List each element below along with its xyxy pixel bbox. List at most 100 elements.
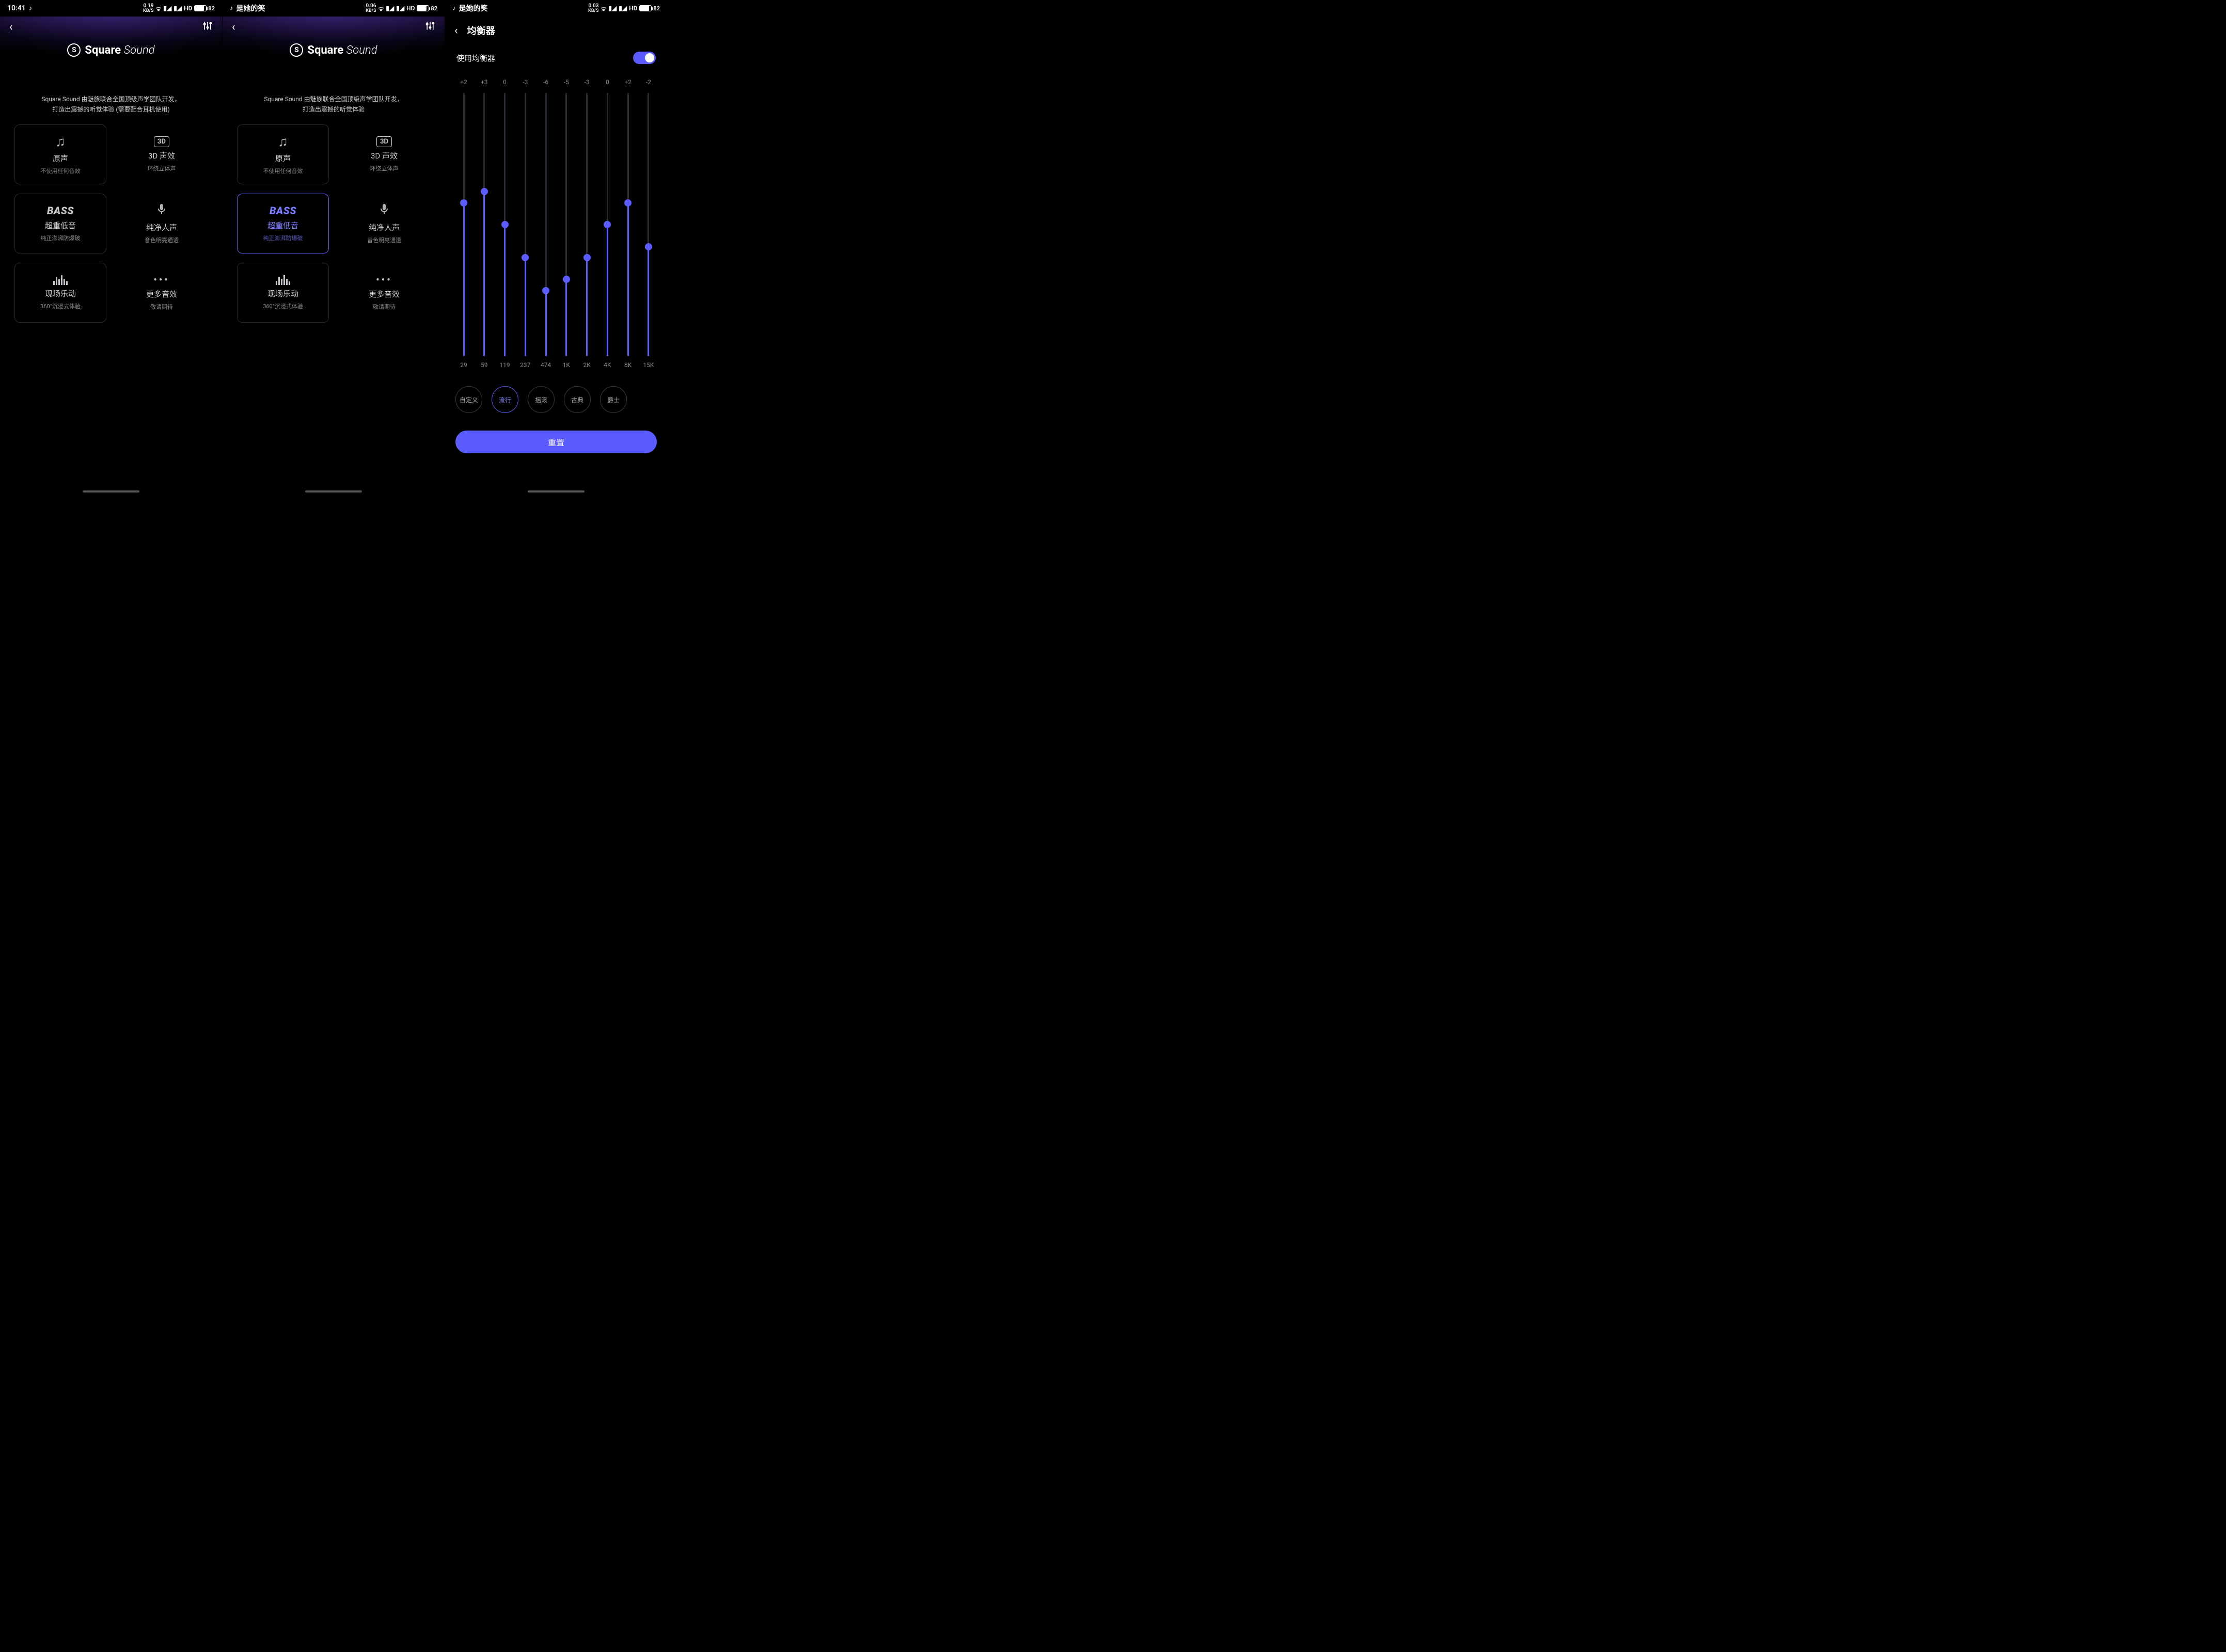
eq-slider-thumb[interactable] (460, 199, 467, 206)
effect-live[interactable]: 现场乐动 360°沉浸式体验 (237, 263, 329, 323)
eq-slider-track[interactable] (648, 93, 649, 356)
eq-band-value: -5 (564, 78, 569, 90)
eq-slider-thumb[interactable] (481, 188, 488, 195)
eq-band-2K[interactable]: -3 2K (578, 78, 596, 373)
preset-流行[interactable]: 流行 (492, 386, 518, 413)
effect-more[interactable]: ••• 更多音效 敬请期待 (116, 263, 208, 323)
effect-bass[interactable]: BASS 超重低音 纯正澎湃防爆破 (237, 194, 329, 253)
effect-original[interactable]: ♫ 原声 不使用任何音效 (237, 124, 329, 184)
status-bar: ♪ 是她的笑 0.03KB/S ᯤ ▮◢ ▮◢ HD 82 (445, 0, 667, 17)
preset-爵士[interactable]: 爵士 (600, 386, 627, 413)
effect-bass[interactable]: BASS 超重低音 纯正澎湃防爆破 (14, 194, 106, 253)
effect-more[interactable]: ••• 更多音效 敬请期待 (338, 263, 430, 323)
wifi-icon: ᯤ (155, 4, 161, 13)
use-eq-switch[interactable] (633, 52, 656, 64)
effect-vocal[interactable]: 纯净人声 音色明亮通透 (116, 194, 208, 253)
net-speed: 0.19KB/S (143, 4, 153, 13)
eq-slider-track[interactable] (463, 93, 465, 356)
preset-古典[interactable]: 古典 (564, 386, 591, 413)
eq-band-value: -3 (585, 78, 590, 90)
eq-slider-thumb[interactable] (501, 221, 509, 228)
home-indicator[interactable] (528, 490, 585, 493)
signal-icon: ▮◢ (608, 5, 617, 12)
eq-slider-thumb[interactable] (583, 254, 591, 261)
eq-band-474[interactable]: -6474 (536, 78, 555, 373)
status-bar: ♪ 是她的笑 0.06KB/S ᯤ ▮◢ ▮◢ HD 82 (223, 0, 445, 17)
effects-grid: ♫ 原声 不使用任何音效 3D 3D 声效 环绕立体声 BASS 超重低音 纯正… (223, 115, 445, 332)
eq-slider-track[interactable] (545, 93, 547, 356)
eq-band-value: 0 (606, 78, 609, 90)
note-icon: ♫ (278, 134, 288, 150)
effect-original[interactable]: ♫ 原声 不使用任何音效 (14, 124, 106, 184)
eq-band-freq: 4K (604, 361, 611, 373)
back-button[interactable]: ‹ (232, 21, 235, 34)
eq-band-value: -2 (646, 78, 651, 90)
eq-slider-thumb[interactable] (604, 221, 611, 228)
bass-icon: BASS (47, 204, 74, 217)
music-icon: ♪ (29, 4, 33, 12)
eq-band-freq: 474 (541, 361, 551, 373)
signal-icon-2: ▮◢ (173, 5, 182, 12)
home-indicator[interactable] (305, 490, 362, 493)
effect-live[interactable]: 现场乐动 360°沉浸式体验 (14, 263, 106, 323)
eq-slider-track[interactable] (586, 93, 588, 356)
eq-presets: 自定义流行摇滚古典爵士 (445, 373, 667, 413)
eq-slider-thumb[interactable] (522, 254, 529, 261)
eq-band-freq: 2K (583, 361, 590, 373)
back-button[interactable]: ‹ (9, 21, 13, 34)
eq-slider-track[interactable] (607, 93, 608, 356)
eq-band-119[interactable]: 0119 (496, 78, 514, 373)
eq-slider-thumb[interactable] (624, 199, 632, 206)
hd-icon: HD (406, 5, 415, 12)
eq-band-value: 0 (503, 78, 507, 90)
status-song: 是她的笑 (236, 3, 265, 13)
status-bar: 10:41 ♪ 0.19KB/S ᯤ ▮◢ ▮◢ HD 82 (0, 0, 222, 17)
hd-icon: HD (629, 5, 637, 12)
effects-grid: ♫ 原声 不使用任何音效 3D 3D 声效 环绕立体声 BASS 超重低音 纯正… (0, 115, 222, 332)
equalizer-button[interactable] (202, 21, 213, 34)
preset-自定义[interactable]: 自定义 (455, 386, 482, 413)
battery-percent: 82 (653, 5, 660, 12)
equalizer-button[interactable] (425, 21, 435, 34)
brand-icon: S (290, 43, 303, 57)
effect-3d[interactable]: 3D 3D 声效 环绕立体声 (116, 124, 208, 184)
phone-screen-2: ♪ 是她的笑 0.06KB/S ᯤ ▮◢ ▮◢ HD 82 ‹ S Square… (223, 0, 445, 496)
signal-icon-2: ▮◢ (396, 5, 404, 12)
eq-sliders: +229+3590119-3237-6474-51K-32K04K+28K-21… (445, 73, 667, 373)
preset-摇滚[interactable]: 摇滚 (528, 386, 555, 413)
wifi-icon: ᯤ (378, 4, 384, 13)
eq-band-value: +2 (460, 78, 467, 90)
eq-band-1K[interactable]: -51K (557, 78, 576, 373)
eq-slider-thumb[interactable] (542, 287, 549, 294)
eq-slider-track[interactable] (525, 93, 526, 356)
eq-band-59[interactable]: +359 (475, 78, 494, 373)
signal-icon-2: ▮◢ (619, 5, 627, 12)
eq-slider-track[interactable] (504, 93, 506, 356)
more-icon: ••• (153, 275, 169, 285)
net-speed: 0.03KB/S (588, 4, 598, 13)
eq-slider-thumb[interactable] (645, 243, 652, 250)
eq-header: ‹ 均衡器 (445, 17, 667, 42)
status-song: 是她的笑 (459, 3, 488, 13)
phone-screen-3-equalizer: ♪ 是她的笑 0.03KB/S ᯤ ▮◢ ▮◢ HD 82 ‹ 均衡器 使用均衡… (445, 0, 668, 496)
eq-band-4K[interactable]: 0 4K (598, 78, 617, 373)
eq-band-freq: 8K (624, 361, 632, 373)
eq-slider-thumb[interactable] (563, 276, 570, 283)
eq-slider-track[interactable] (565, 93, 567, 356)
back-button[interactable]: ‹ (454, 24, 458, 37)
brand-logo: S Square Sound (223, 43, 445, 57)
eq-band-29[interactable]: +229 (454, 78, 473, 373)
eq-band-8K[interactable]: +28K (619, 78, 637, 373)
reset-button[interactable]: 重置 (455, 431, 657, 453)
effect-3d[interactable]: 3D 3D 声效 环绕立体声 (338, 124, 430, 184)
eq-band-15K[interactable]: -215K (639, 78, 658, 373)
battery-percent: 82 (208, 5, 215, 12)
home-indicator[interactable] (83, 490, 139, 493)
eq-band-237[interactable]: -3237 (516, 78, 534, 373)
eq-band-value: +3 (481, 78, 488, 90)
eq-toggle-row: 使用均衡器 (445, 42, 667, 73)
eq-slider-track[interactable] (627, 93, 629, 356)
eq-slider-track[interactable] (483, 93, 485, 356)
3d-icon: 3D (376, 136, 392, 147)
effect-vocal[interactable]: 纯净人声 音色明亮通透 (338, 194, 430, 253)
